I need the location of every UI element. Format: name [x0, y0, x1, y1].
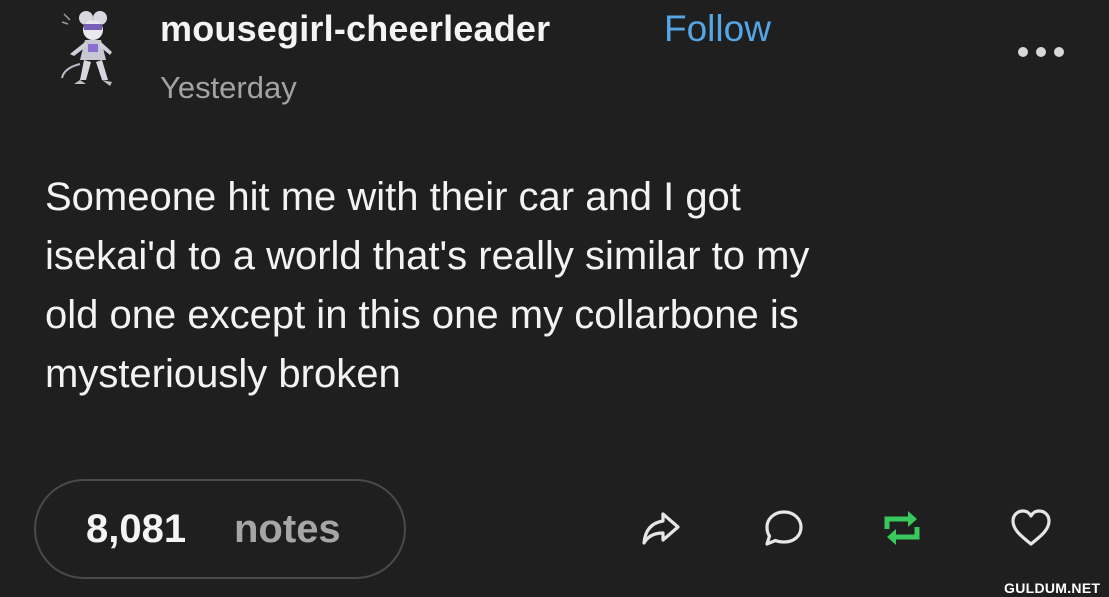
notes-label: notes — [234, 507, 341, 551]
post-text-line: Someone hit me with their car and I got — [45, 175, 741, 219]
post-text-line: isekai'd to a world that's really simila… — [45, 234, 810, 278]
avatar-image — [61, 11, 112, 86]
share-icon[interactable] — [638, 505, 684, 551]
notes-button[interactable]: 8,081 notes — [34, 479, 406, 579]
username[interactable]: mousegirl-cheerleader — [160, 8, 550, 50]
post-text-line: old one except in this one my collarbone… — [45, 293, 799, 337]
post-card: mousegirl-cheerleader Follow Yesterday S… — [0, 0, 1109, 597]
reblog-icon[interactable] — [879, 505, 925, 551]
post-text-line: mysteriously broken — [45, 352, 401, 396]
avatar[interactable] — [50, 8, 130, 90]
heart-icon[interactable] — [1008, 505, 1054, 551]
watermark: GULDUM.NET — [1004, 580, 1101, 596]
post-body: Someone hit me with their car and I got … — [45, 168, 1065, 404]
reply-icon[interactable] — [761, 505, 807, 551]
post-timestamp: Yesterday — [160, 70, 297, 105]
follow-button[interactable]: Follow — [664, 8, 771, 50]
more-options-icon[interactable] — [1016, 44, 1066, 60]
notes-count: 8,081 — [86, 507, 187, 551]
